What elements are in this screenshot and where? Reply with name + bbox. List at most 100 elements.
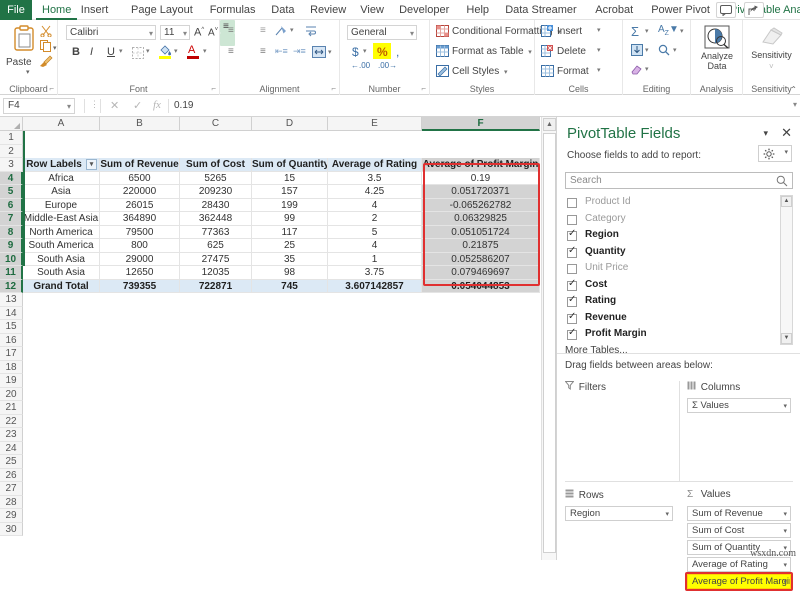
sigma-icon[interactable]: Σ [631,25,639,38]
ribbon-tab-insert[interactable]: Insert [75,0,115,20]
field-item-revenue[interactable]: Revenue [565,311,775,328]
pane-chevron-down-icon[interactable]: ▾ [763,128,768,139]
percent-style-button[interactable]: % [377,46,388,58]
cell-E3[interactable]: Average of Rating [328,158,422,172]
cell-styles-button[interactable]: Cell Styles ▾ [452,66,508,77]
row-header-1[interactable]: 1 [0,131,23,145]
scroll-up-arrow-icon[interactable]: ▲ [543,118,556,131]
cell-B8[interactable]: 79500 [100,225,180,239]
ribbon-tab-page-layout[interactable]: Page Layout [125,0,199,20]
row-header-21[interactable]: 21 [0,401,23,415]
column-header-C[interactable]: C [180,117,252,131]
cell-A7[interactable]: Middle-East Asia [23,212,100,226]
cell-D9[interactable]: 25 [252,239,328,253]
field-checkbox[interactable] [567,214,577,225]
fx-icon[interactable]: fx [153,99,161,111]
cell-A3[interactable]: Row Labels ▾ [23,158,100,172]
cell-B12[interactable]: 739355 [100,279,180,293]
row-header-19[interactable]: 19 [0,374,23,388]
ribbon-tab-view[interactable]: View [354,0,390,20]
check-icon[interactable]: ✓ [133,99,142,112]
filter-dropdown-icon[interactable]: ▾ [86,159,97,170]
cell-A11[interactable]: South Asia [23,266,100,280]
cell-F4[interactable]: 0.19 [422,171,540,185]
row-header-13[interactable]: 13 [0,293,23,307]
name-box[interactable]: F4 ▾ [3,98,75,114]
font-name-chevron-down-icon[interactable]: ▾ [149,27,153,40]
field-item-cost[interactable]: Cost [565,278,775,295]
cell-D8[interactable]: 117 [252,225,328,239]
cancel-x-icon[interactable]: ✕ [110,99,119,112]
clipboard-dialog-launcher[interactable]: ⌐ [49,84,54,93]
cell-C8[interactable]: 77363 [180,225,252,239]
field-item-unit-price[interactable]: Unit Price [565,261,775,278]
decrease-indent-icon[interactable]: ⇤≡ [275,47,288,56]
row-header-3[interactable]: 3 [0,158,23,172]
cell-A6[interactable]: Europe [23,198,100,212]
underline-chevron-down-icon[interactable]: ▾ [119,48,123,55]
cell-D4[interactable]: 15 [252,171,328,185]
italic-button[interactable]: I [90,47,93,58]
cell-B10[interactable]: 29000 [100,252,180,266]
cell-E5[interactable]: 4.25 [328,185,422,199]
field-search-input[interactable]: Search [565,172,793,189]
align-bottom-icon[interactable]: ≡ [260,26,266,36]
formula-bar-expand-chevron-down-icon[interactable]: ▾ [793,100,797,109]
field-item-rating[interactable]: Rating [565,294,775,311]
decrease-decimal-icon[interactable]: ←.00 [351,62,370,70]
cell-C6[interactable]: 28430 [180,198,252,212]
share-button[interactable] [744,2,764,18]
cell-E10[interactable]: 1 [328,252,422,266]
cell-C5[interactable]: 209230 [180,185,252,199]
cell-C7[interactable]: 362448 [180,212,252,226]
font-size-input[interactable]: 11 ▾ [160,25,190,40]
field-item-profit-margin[interactable]: Profit Margin [565,327,775,344]
paste-chevron-down-icon[interactable]: ▾ [26,69,30,76]
row-header-2[interactable]: 2 [0,144,23,158]
increase-decimal-icon[interactable]: .00→ [378,62,397,70]
row-header-6[interactable]: 6 [0,198,23,212]
pill-chevron-down-icon[interactable]: ▾ [783,576,787,588]
row-header-16[interactable]: 16 [0,333,23,347]
cell-F3[interactable]: Average of Profit Margin [422,158,540,172]
cell-B3[interactable]: Sum of Revenue [100,158,180,172]
row-header-9[interactable]: 9 [0,239,23,253]
name-box-more-icon[interactable]: ⋮ [90,99,100,110]
cell-B7[interactable]: 364890 [100,212,180,226]
column-header-D[interactable]: D [252,117,328,131]
values-pill-sum-of-revenue[interactable]: Sum of Revenue ▾ [687,506,791,521]
scroll-thumb[interactable] [543,133,556,553]
ribbon-tab-review[interactable]: Review [304,0,352,20]
ribbon-tab-acrobat[interactable]: Acrobat [589,0,639,20]
delete-cells-button[interactable]: Delete [557,46,586,57]
ribbon-tab-data[interactable]: Data [265,0,300,20]
cell-D3[interactable]: Sum of Quantity [252,158,328,172]
borders-chevron-down-icon[interactable]: ▾ [146,48,150,55]
row-header-25[interactable]: 25 [0,455,23,469]
cell-F10[interactable]: 0.052586207 [422,252,540,266]
row-header-17[interactable]: 17 [0,347,23,361]
row-header-20[interactable]: 20 [0,387,23,401]
font-color-chevron-down-icon[interactable]: ▾ [203,48,207,55]
column-header-F[interactable]: F [422,117,540,131]
number-format-select[interactable]: General ▾ [347,25,417,40]
column-header-E[interactable]: E [328,117,422,131]
field-checkbox[interactable] [567,327,577,340]
grow-font-icon[interactable]: A^ [194,27,204,39]
field-item-quantity[interactable]: Quantity [565,245,775,262]
field-list-scroll-up-arrow-icon[interactable]: ▲ [781,196,792,207]
format-chevron-down-icon[interactable]: ▾ [597,67,601,74]
cell-E7[interactable]: 2 [328,212,422,226]
column-header-B[interactable]: B [100,117,180,131]
cell-E8[interactable]: 5 [328,225,422,239]
number-format-chevron-down-icon[interactable]: ▾ [410,27,414,40]
cell-D5[interactable]: 157 [252,185,328,199]
cell-D7[interactable]: 99 [252,212,328,226]
delete-chevron-down-icon[interactable]: ▾ [597,47,601,54]
pill-chevron-down-icon[interactable]: ▾ [783,400,787,412]
field-checkbox[interactable] [567,228,577,241]
increase-indent-icon[interactable]: ⇥≡ [293,47,306,56]
field-checkbox[interactable] [567,311,577,324]
cell-D6[interactable]: 199 [252,198,328,212]
formula-input[interactable]: 0.19 [170,98,785,114]
